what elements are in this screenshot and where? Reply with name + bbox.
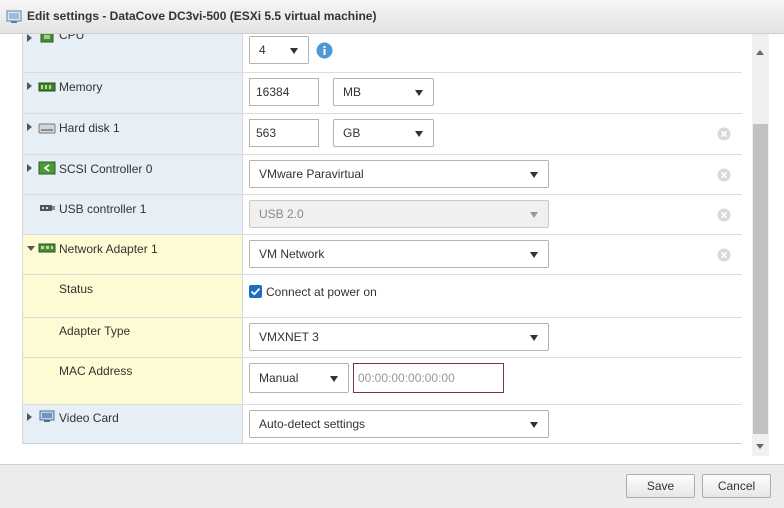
info-icon[interactable]	[316, 42, 333, 59]
memory-label: Memory	[59, 80, 103, 94]
expand-arrow-icon[interactable]	[27, 413, 32, 421]
chevron-down-icon	[415, 131, 423, 137]
network-label: Network Adapter 1	[59, 242, 158, 256]
usb-controller-row[interactable]: USB controller 1 USB 2.0	[23, 195, 742, 235]
mac-label-cell: MAC Address	[23, 358, 243, 404]
chevron-down-icon	[290, 48, 298, 54]
usb-icon	[40, 205, 55, 211]
memory-input[interactable]: 16384	[249, 78, 319, 106]
hard-disk-row[interactable]: Hard disk 1 563 GB	[23, 114, 742, 155]
mac-label: MAC Address	[59, 364, 133, 378]
connect-at-power-on-checkbox[interactable]	[249, 285, 262, 298]
usb-type-select: USB 2.0	[249, 200, 549, 228]
expand-arrow-icon[interactable]	[27, 34, 32, 42]
network-value: VM Network	[259, 247, 325, 261]
network-label-cell: Network Adapter 1	[23, 235, 243, 274]
dialog-titlebar: Edit settings - DataCove DC3vi-500 (ESXi…	[0, 0, 784, 34]
cpu-label-cell: CPU	[23, 34, 243, 72]
scroll-up-icon[interactable]	[756, 50, 764, 55]
hard-disk-label-cell: Hard disk 1	[23, 114, 243, 154]
scroll-down-icon[interactable]	[756, 444, 764, 449]
chevron-down-icon	[530, 335, 538, 341]
cpu-icon	[40, 34, 54, 43]
video-label: Video Card	[59, 411, 119, 425]
adapter-type-label: Adapter Type	[59, 324, 131, 338]
memory-label-cell: Memory	[23, 73, 243, 113]
remove-device-icon[interactable]	[717, 208, 731, 222]
remove-device-icon[interactable]	[717, 248, 731, 262]
usb-label: USB controller 1	[59, 202, 147, 216]
connect-at-power-on-label[interactable]: Connect at power on	[266, 285, 377, 299]
usb-label-cell: USB controller 1	[23, 195, 243, 234]
chevron-down-icon	[415, 90, 423, 96]
collapse-arrow-icon[interactable]	[27, 246, 35, 251]
scsi-controller-row[interactable]: SCSI Controller 0 VMware Paravirtual	[23, 155, 742, 195]
hard-disk-unit-value: GB	[343, 126, 361, 140]
adapter-type-select[interactable]: VMXNET 3	[249, 323, 549, 351]
video-settings-value: Auto-detect settings	[259, 417, 366, 431]
dialog-footer: Save Cancel	[0, 464, 784, 508]
cpu-select-value: 4	[259, 43, 266, 57]
status-label-cell: Status	[23, 275, 243, 317]
settings-panel: CPU 4 Memory 16384 MB Hard disk 1 563 GB…	[22, 34, 742, 444]
expand-arrow-icon[interactable]	[27, 123, 32, 131]
video-card-row[interactable]: Video Card Auto-detect settings	[23, 405, 742, 443]
network-adapter-icon	[38, 243, 56, 253]
network-select[interactable]: VM Network	[249, 240, 549, 268]
checkmark-icon	[250, 287, 261, 296]
scsi-label: SCSI Controller 0	[59, 162, 153, 176]
status-row: Status Connect at power on	[23, 275, 742, 318]
dialog-title: Edit settings - DataCove DC3vi-500 (ESXi…	[27, 9, 377, 23]
cpu-row[interactable]: CPU 4	[23, 34, 742, 73]
hard-disk-label: Hard disk 1	[59, 121, 120, 135]
vertical-scrollbar[interactable]	[752, 34, 769, 456]
scsi-type-value: VMware Paravirtual	[259, 167, 364, 181]
adapter-type-label-cell: Adapter Type	[23, 318, 243, 357]
adapter-type-value: VMXNET 3	[259, 330, 319, 344]
network-adapter-row[interactable]: Network Adapter 1 VM Network	[23, 235, 742, 275]
expand-arrow-icon[interactable]	[27, 82, 32, 90]
mac-address-placeholder: 00:00:00:00:00:00	[358, 371, 455, 385]
remove-device-icon[interactable]	[717, 168, 731, 182]
adapter-type-row: Adapter Type VMXNET 3	[23, 318, 742, 358]
hard-disk-unit-select[interactable]: GB	[333, 119, 434, 147]
video-label-cell: Video Card	[23, 405, 243, 443]
video-card-icon	[39, 410, 55, 422]
memory-icon	[38, 82, 56, 92]
memory-unit-select[interactable]: MB	[333, 78, 434, 106]
chevron-down-icon	[530, 422, 538, 428]
chevron-down-icon	[530, 172, 538, 178]
mac-mode-select[interactable]: Manual	[249, 363, 349, 393]
usb-type-value: USB 2.0	[259, 207, 304, 221]
scsi-controller-icon	[38, 161, 56, 175]
remove-device-icon[interactable]	[717, 127, 731, 141]
chevron-down-icon	[530, 212, 538, 218]
chevron-down-icon	[330, 376, 338, 382]
memory-row[interactable]: Memory 16384 MB	[23, 73, 742, 114]
save-button[interactable]: Save	[626, 474, 695, 498]
mac-address-input[interactable]: 00:00:00:00:00:00	[353, 363, 504, 393]
expand-arrow-icon[interactable]	[27, 164, 32, 172]
hard-disk-icon	[38, 123, 56, 134]
video-settings-select[interactable]: Auto-detect settings	[249, 410, 549, 438]
mac-address-row: MAC Address Manual 00:00:00:00:00:00	[23, 358, 742, 405]
vm-settings-icon	[6, 10, 22, 23]
cpu-select[interactable]: 4	[249, 36, 309, 64]
cpu-label: CPU	[59, 34, 85, 42]
cancel-button[interactable]: Cancel	[702, 474, 771, 498]
scsi-type-select[interactable]: VMware Paravirtual	[249, 160, 549, 188]
hard-disk-size-input[interactable]: 563	[249, 119, 319, 147]
chevron-down-icon	[530, 252, 538, 258]
mac-mode-value: Manual	[259, 371, 299, 385]
scrollbar-thumb[interactable]	[753, 124, 768, 434]
scsi-label-cell: SCSI Controller 0	[23, 155, 243, 194]
status-label: Status	[59, 282, 94, 296]
memory-unit-value: MB	[343, 85, 361, 99]
